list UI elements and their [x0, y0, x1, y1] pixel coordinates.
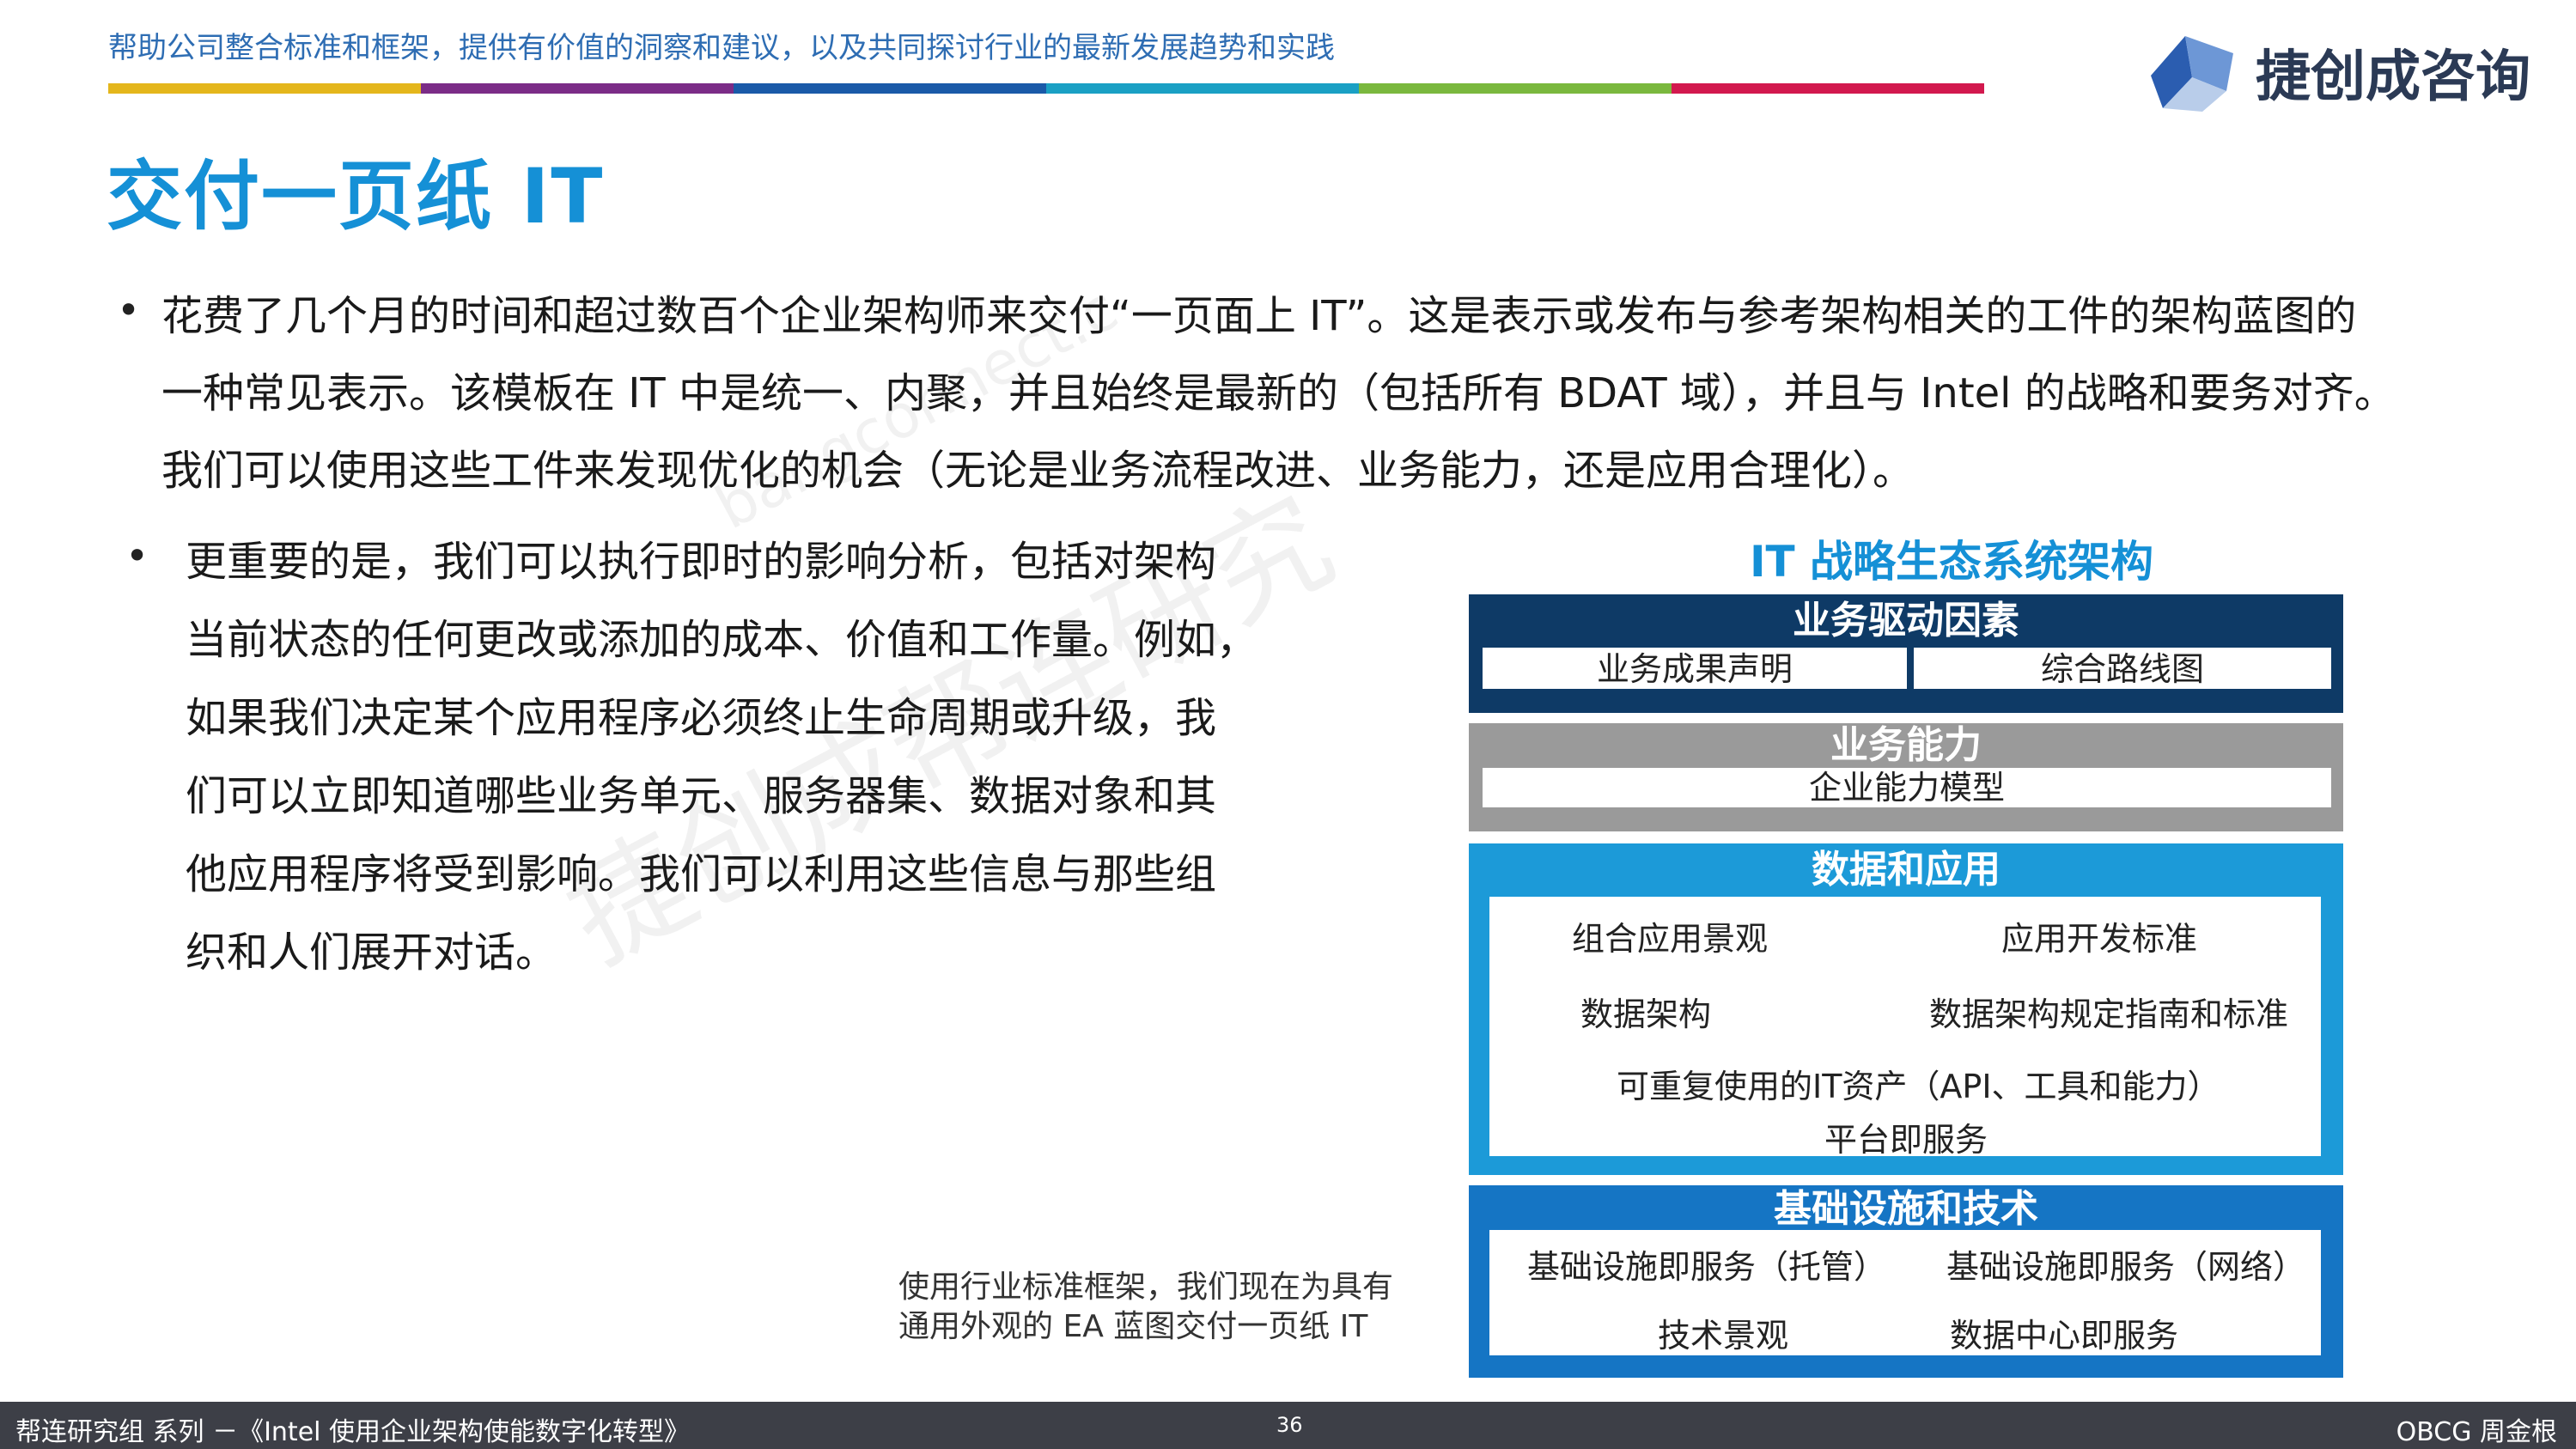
paragraph-line: 一种常见表示。该模板在 IT 中是统一、内聚，并且始终是最新的（包括所有 BDA… — [161, 369, 2396, 417]
layer-item: 平台即服务 — [1824, 1121, 1988, 1159]
color-bar-segment — [734, 83, 1046, 94]
paragraph-line: 更重要的是，我们可以执行即时的影响分析，包括对架构 — [186, 538, 1217, 586]
layer-item: 技术景观 — [1658, 1317, 1789, 1355]
paragraph-2: 更重要的是，我们可以执行即时的影响分析，包括对架构 当前状态的任何更改或添加的成… — [186, 531, 1371, 1000]
layer-item: 数据架构规定指南和标准 — [1929, 995, 2289, 1033]
layer-item: 基础设施即服务（托管） — [1527, 1248, 1887, 1286]
layer-item: 基础设施即服务（网络） — [1946, 1248, 2306, 1286]
paragraph-line: 花费了几个月的时间和超过数百个企业架构师来交付“一页面上 IT”。这是表示或发布… — [161, 292, 2357, 340]
paragraph-line: 当前状态的任何更改或添加的成本、价值和工作量。例如， — [186, 616, 1258, 664]
paragraph-line: 我们可以使用这些工件来发现优化的机会（无论是业务流程改进、业务能力，还是应用合理… — [161, 447, 1915, 495]
layer-item: 可重复使用的IT资产（API、工具和能力） — [1617, 1068, 2220, 1105]
paragraph-line: 织和人们展开对话。 — [186, 928, 557, 977]
color-bar-segment — [421, 83, 734, 94]
color-bar-segment — [108, 83, 421, 94]
layer-item: 综合路线图 — [1914, 648, 2331, 689]
footer-author: OBCG 周金根 — [2396, 1417, 2557, 1447]
logo-text: 捷创成咨询 — [2256, 46, 2530, 109]
diagram-caption: 使用行业标准框架，我们现在为具有 通用外观的 EA 蓝图交付一页纸 IT — [898, 1268, 1448, 1347]
paragraph-line: 们可以立即知道哪些业务单元、服务器集、数据对象和其 — [186, 772, 1217, 820]
paragraph-1: 花费了几个月的时间和超过数百个企业架构师来交付“一页面上 IT”。这是表示或发布… — [161, 285, 2481, 517]
layer-item: 数据架构 — [1580, 995, 1712, 1033]
paragraph-line: 他应用程序将受到影响。我们可以利用这些信息与那些组 — [186, 850, 1217, 898]
layer-heading: 业务能力 — [1830, 723, 1982, 767]
footer-bar: 帮连研究组 系列 －《Intel 使用企业架构使能数字化转型》 36 OBCG … — [0, 1402, 2576, 1449]
page-title: 交付一页纸 IT — [107, 152, 605, 240]
caption-line: 通用外观的 EA 蓝图交付一页纸 IT — [898, 1309, 1368, 1344]
header-tagline: 帮助公司整合标准和框架，提供有价值的洞察和建议，以及共同探讨行业的最新发展趋势和… — [108, 31, 1335, 65]
paragraph-line: 如果我们决定某个应用程序必须终止生命周期或升级，我 — [186, 694, 1217, 742]
layer-infrastructure-and-technology: 基础设施和技术 基础设施即服务（托管） 基础设施即服务（网络） 技术景观 数据中… — [1469, 1185, 2343, 1378]
layer-business-drivers: 业务驱动因素 业务成果声明 综合路线图 — [1469, 594, 2343, 713]
header-color-bar — [108, 83, 1984, 94]
bullet-icon: • — [117, 287, 141, 333]
color-bar-segment — [1359, 83, 1672, 94]
footer-series-title: 帮连研究组 系列 －《Intel 使用企业架构使能数字化转型》 — [15, 1417, 691, 1447]
layer-item: 业务成果声明 — [1483, 648, 1907, 689]
page-number: 36 — [1276, 1413, 1303, 1437]
layer-item: 应用开发标准 — [2001, 920, 2198, 958]
layer-heading: 数据和应用 — [1812, 848, 2001, 892]
cube-logo-icon — [2151, 36, 2233, 112]
bullet-icon: • — [125, 533, 149, 579]
layer-business-capabilities: 业务能力 企业能力模型 — [1469, 723, 2343, 831]
color-bar-segment — [1672, 83, 1984, 94]
layer-heading: 业务驱动因素 — [1793, 599, 2019, 642]
color-bar-segment — [1046, 83, 1359, 94]
caption-line: 使用行业标准框架，我们现在为具有 — [898, 1269, 1394, 1305]
layer-item: 企业能力模型 — [1483, 768, 2331, 807]
diagram-title: IT 战略生态系统架构 — [1749, 537, 2154, 587]
layer-data-and-applications: 数据和应用 组合应用景观 应用开发标准 数据架构 数据架构规定指南和标准 可重复… — [1469, 843, 2343, 1175]
layer-item: 数据中心即服务 — [1950, 1317, 2179, 1355]
layer-item: 组合应用景观 — [1572, 920, 1769, 958]
company-logo: 捷创成咨询 — [2147, 29, 2530, 115]
layer-heading: 基础设施和技术 — [1774, 1187, 2038, 1231]
